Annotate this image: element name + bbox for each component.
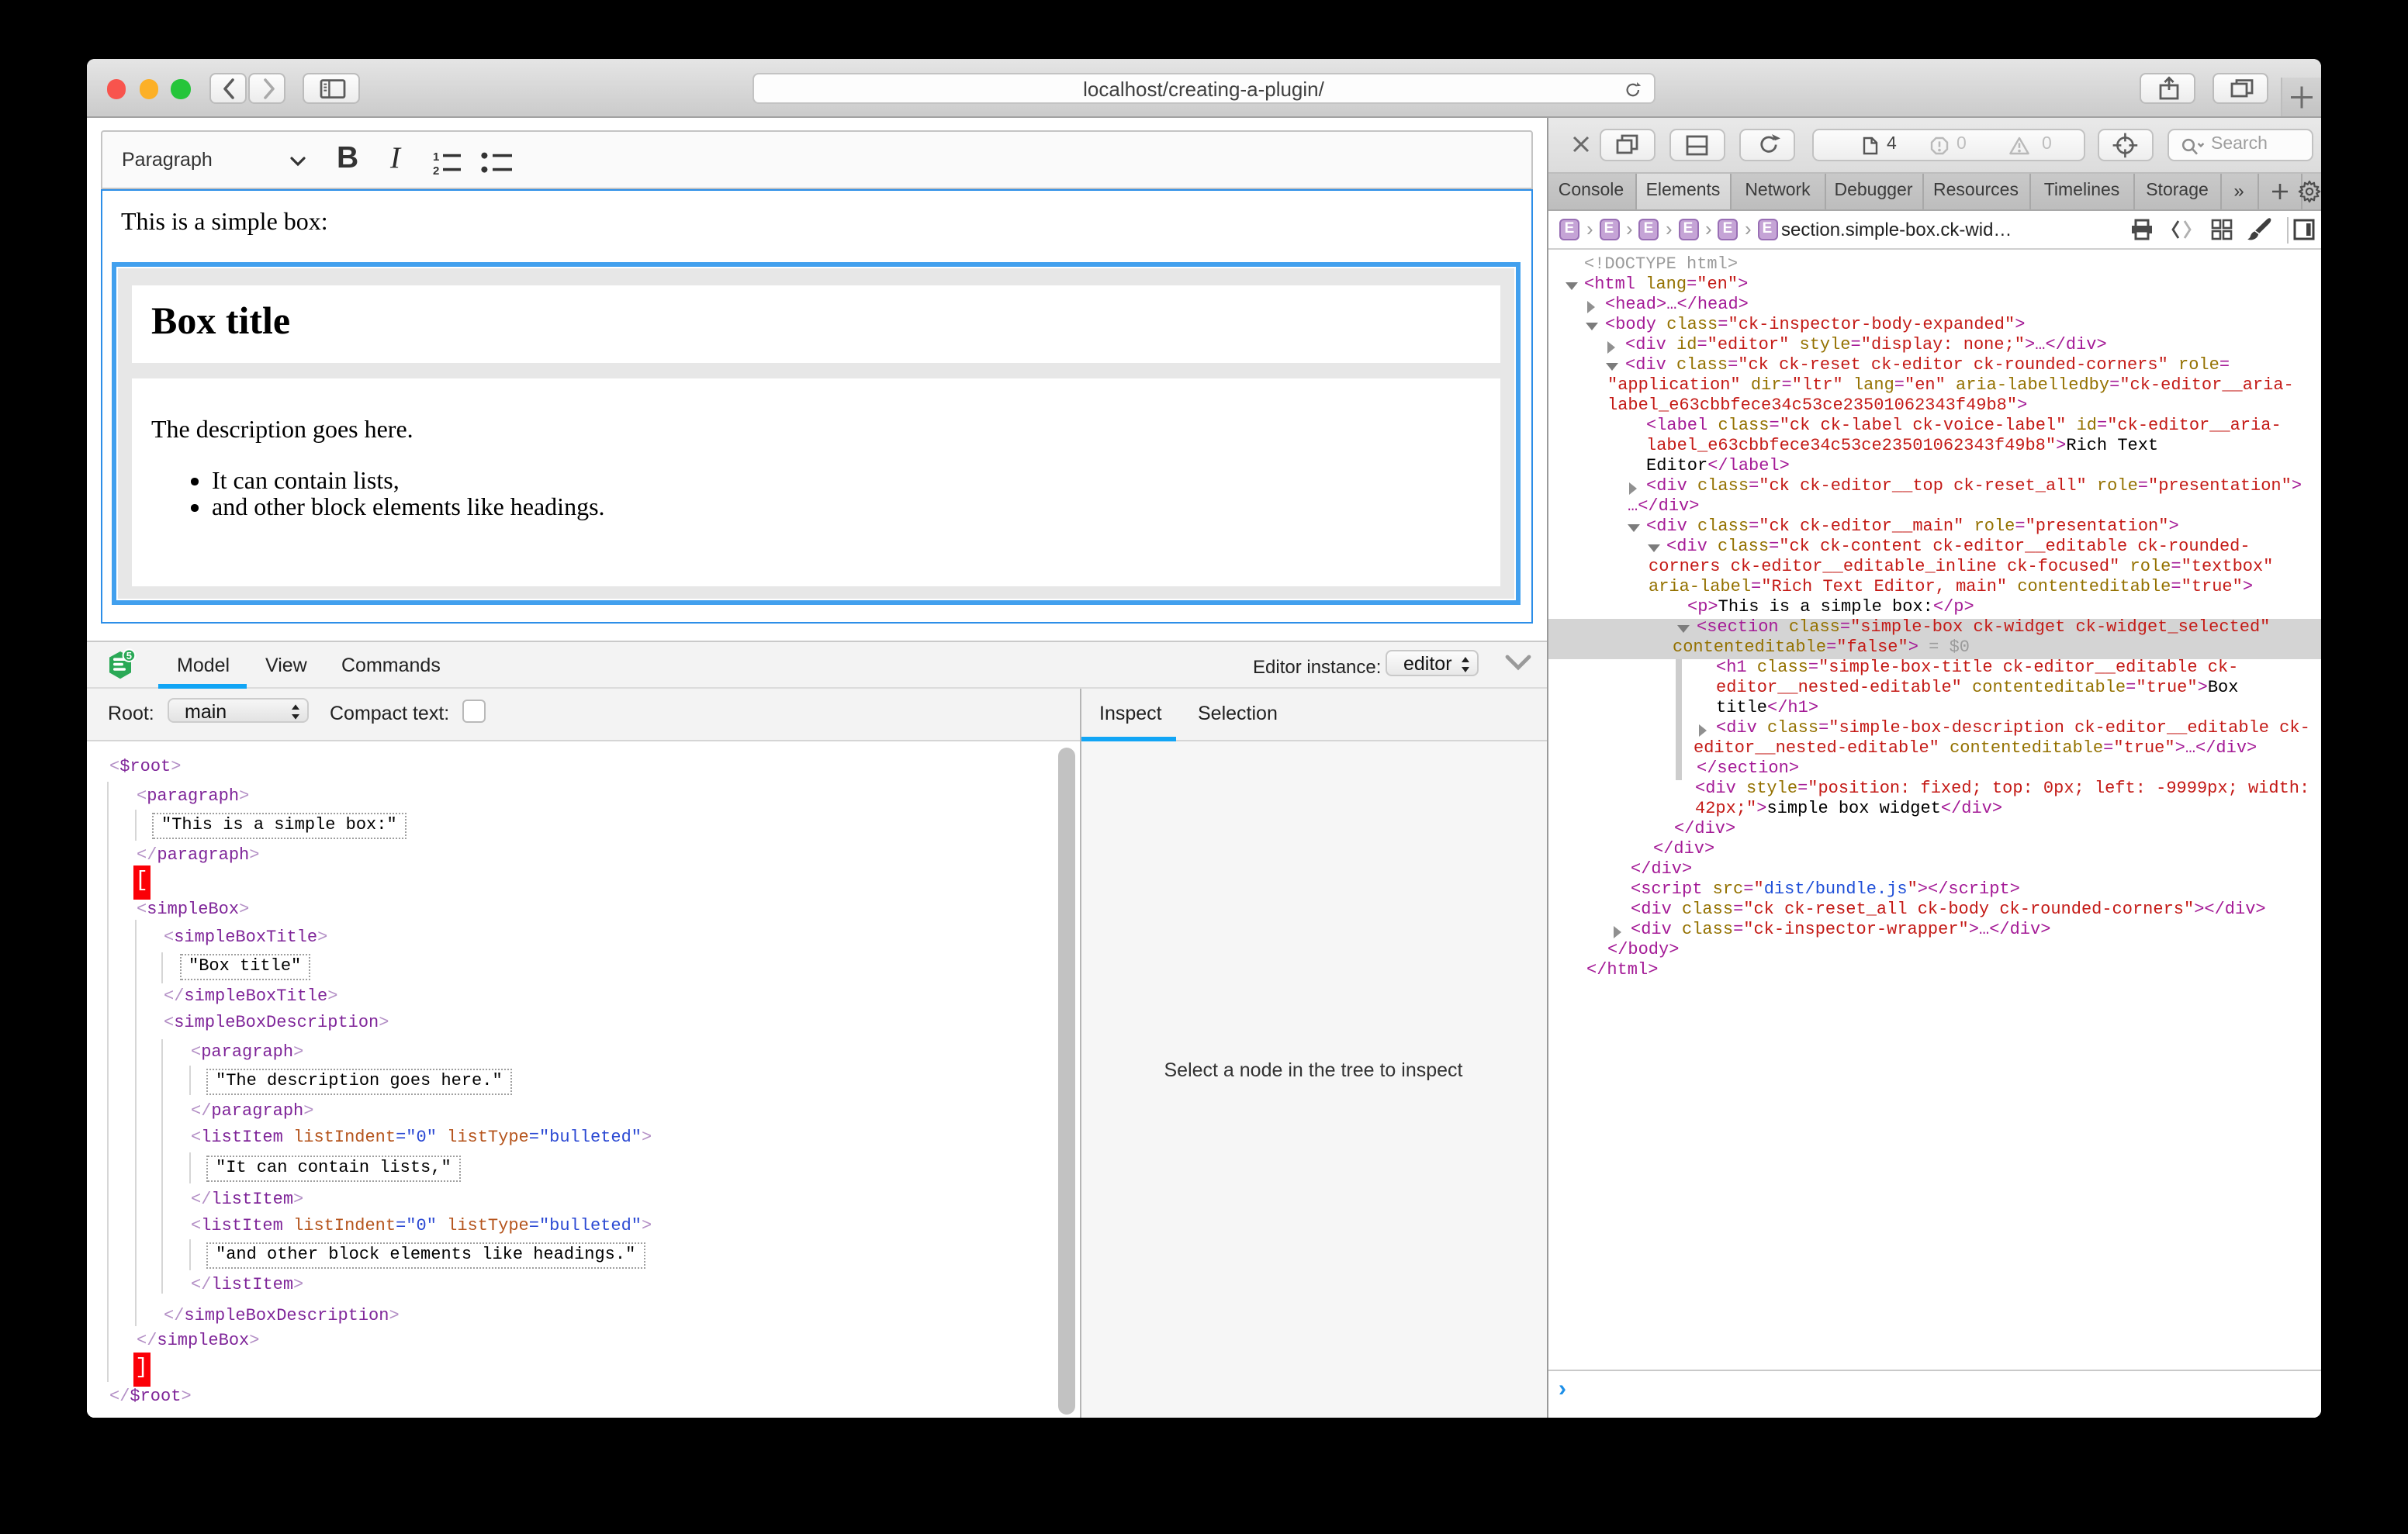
svg-text:2: 2 <box>433 164 439 174</box>
svg-text:5: 5 <box>126 649 132 661</box>
svg-text:1: 1 <box>433 150 439 163</box>
